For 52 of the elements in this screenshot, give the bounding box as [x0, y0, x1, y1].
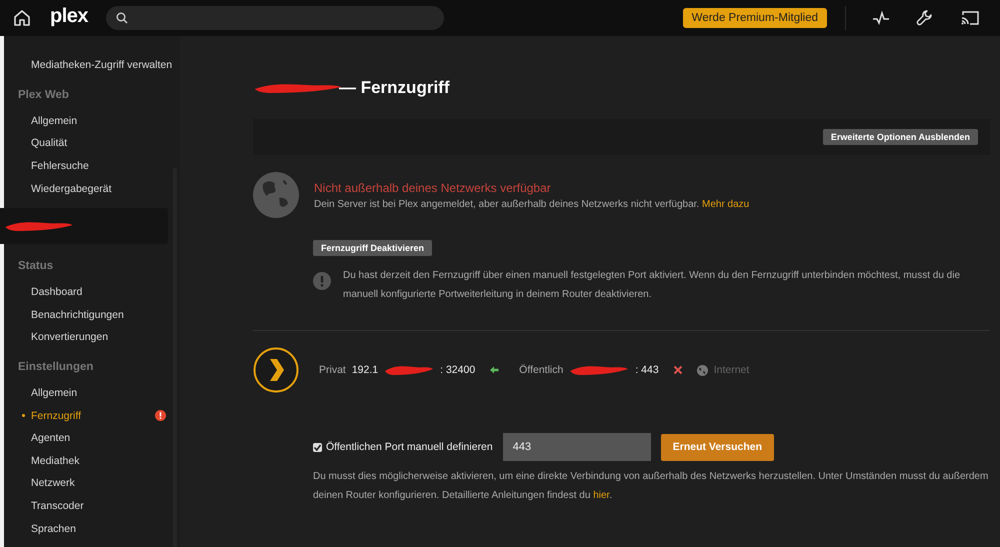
private-label: Privat [319, 364, 346, 376]
sidebar-item[interactable]: Sprachen [4, 517, 180, 540]
sidebar-item[interactable]: Transcoder [4, 494, 180, 518]
status-text: Dein Server ist bei Plex angemeldet, aber außerhalb deines Netzwerks nicht verfügbar. Mehr dazu [314, 198, 750, 210]
checkbox[interactable] [313, 442, 322, 452]
sidebar-item[interactable]: Dashboard [4, 280, 180, 304]
search-field[interactable] [106, 6, 444, 30]
section-heading: Status [17, 258, 54, 274]
checkbox-label[interactable]: Öffentlichen Port manuell definieren [326, 441, 493, 453]
notice-text: Du hast derzeit den Fernzugriff über einen manuell festgelegten Port aktiviert. Wenn du den Fernzugriff unterbinden möchtest, musst du die manuell konfigurierte Portweiterleitung in deinem Router deaktivieren. [343, 269, 962, 302]
sidebar-item[interactable]: Mediathek [4, 450, 180, 472]
sidebar-item[interactable]: Allgemein [4, 110, 180, 132]
plex-chevron-icon [253, 347, 299, 393]
sidebar-item[interactable]: Fehlersuche [4, 154, 180, 178]
warning-icon [313, 272, 331, 290]
section-heading: Plex Web [17, 88, 70, 103]
alert-icon [155, 410, 166, 422]
status-title: Nicht außerhalb deines Netzwerks verfügbar [314, 180, 552, 194]
private-address: 192.1 [352, 364, 378, 376]
logo[interactable]: plex [50, 4, 88, 28]
sidebar-item[interactable]: Allgemein [4, 382, 180, 404]
premium-button[interactable]: Werde Premium-Mitglied [682, 8, 827, 28]
internet-label: Internet [714, 364, 750, 376]
sidebar-item[interactable]: Mediatheken-Zugriff verwalten [4, 54, 180, 77]
public-port: : 443 [635, 364, 659, 376]
globe-icon [696, 364, 708, 376]
redaction-mark [384, 363, 434, 377]
cast-icon[interactable] [960, 10, 980, 26]
sidebar-item[interactable]: Fernzugriff [4, 404, 180, 427]
search-icon [116, 12, 128, 24]
port-input[interactable]: 443 [502, 433, 651, 461]
sidebar-item[interactable]: Netzwerk [4, 472, 180, 495]
globe-icon [253, 172, 299, 218]
help-text: Du musst dies möglicherweise aktivieren, um eine direkte Verbindung von außerhalb des Netzwerks herzustellen. Unter Umständen musst du außerdem deinen Router konfigurieren. Detaillierte Anleitungen findest du hier. [313, 470, 990, 503]
here-link[interactable]: hier [593, 490, 610, 501]
activity-icon[interactable] [872, 11, 890, 25]
sidebar-item[interactable]: Benachrichtigungen [4, 304, 180, 326]
advanced-options-button[interactable]: Erweiterte Optionen Ausblenden [822, 129, 978, 145]
section-heading: Einstellungen [17, 360, 94, 375]
sidebar-item[interactable]: Konvertierungen [4, 326, 180, 349]
settings-icon[interactable] [916, 9, 934, 27]
page-title: — Fernzugriff [339, 78, 450, 98]
selected-dot-icon [22, 414, 25, 418]
server-panel[interactable] [0, 208, 168, 244]
public-label: Öffentlich [519, 364, 564, 376]
deactivate-button[interactable]: Fernzugriff Deaktivieren [313, 240, 432, 256]
sidebar-item[interactable]: Qualität [4, 132, 180, 155]
sidebar-item[interactable]: Agenten [4, 426, 180, 450]
sidebar-item[interactable]: Wiedergabegerät [4, 177, 180, 200]
private-port: : 32400 [440, 364, 476, 376]
learn-more-link[interactable]: Mehr dazu [702, 198, 750, 210]
home-icon[interactable] [12, 8, 32, 28]
